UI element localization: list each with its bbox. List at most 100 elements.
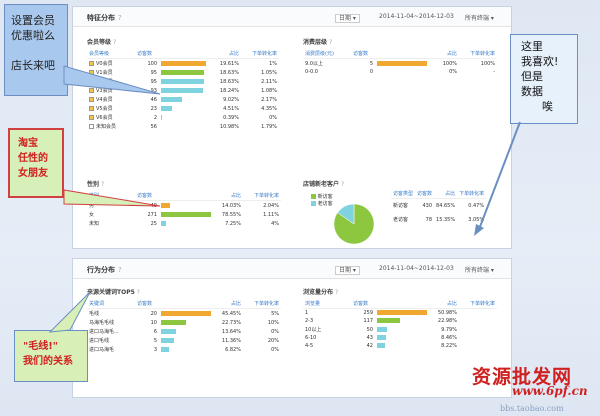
value-bar xyxy=(161,319,186,325)
bar-cell xyxy=(375,334,429,342)
help-icon[interactable]: ? xyxy=(101,181,104,188)
conversion-rate: 1% xyxy=(269,60,277,67)
percentage: 8.22% xyxy=(441,343,457,349)
bar-cell xyxy=(375,68,429,76)
legend-swatch-old xyxy=(311,201,316,206)
annotation-line: 任性的 xyxy=(18,153,48,164)
annotation-line: 但是 xyxy=(521,70,543,83)
table-row: 进口毛线 5 11.36% 20% xyxy=(87,336,281,345)
conversion-rate: 1.05% xyxy=(261,69,277,76)
row-label: 9.0以上 xyxy=(305,61,323,67)
percentage: 7.25% xyxy=(225,220,241,227)
annotation-line: 我们的关系 xyxy=(23,356,73,367)
table-row: V6会员 2 0.39% 0% xyxy=(87,113,279,122)
percentage: 15.35% xyxy=(436,216,456,223)
table-row: 1 259 50.98% xyxy=(303,309,497,318)
table-row: 马海毛毛线 10 22.73% 10% xyxy=(87,318,281,327)
percentage: 4.51% xyxy=(223,105,239,112)
table-header-row: 浏览量 访客数 占比 下单转化率 xyxy=(303,299,497,309)
percentage: 22.98% xyxy=(437,318,457,324)
column-header xyxy=(159,49,211,59)
date-range[interactable]: 2014-11-04~2014-12-03 xyxy=(379,13,454,20)
section-title: 浏览量分布 xyxy=(303,289,334,296)
visitor-count: 6 xyxy=(153,328,157,335)
section-title: 店铺新老客户 xyxy=(303,181,340,188)
conversion-rate: 100% xyxy=(480,60,495,67)
date-dropdown[interactable]: 日期 ▾ xyxy=(335,14,360,23)
visitor-count: 2 xyxy=(153,114,157,121)
value-bar xyxy=(377,326,387,332)
bar-cell xyxy=(375,317,429,325)
column-header: 浏览量 xyxy=(303,299,351,309)
annotation-bubble-newold: 这里 我喜欢! 但是 数据 唉 xyxy=(510,34,578,124)
value-bar xyxy=(161,337,174,343)
help-icon[interactable]: ? xyxy=(329,39,332,46)
visitor-count: 43 xyxy=(366,335,373,341)
help-icon[interactable]: ? xyxy=(335,289,338,296)
percentage: 50.98% xyxy=(437,310,457,316)
section-title: 会员等级 xyxy=(87,39,112,46)
bar-cell xyxy=(159,122,211,131)
column-header: 下单转化率 xyxy=(459,49,497,59)
visitor-count: 50 xyxy=(366,326,373,333)
visitor-count: 10 xyxy=(150,319,157,326)
date-dropdown[interactable]: 日期 ▾ xyxy=(335,266,360,275)
watermark-url: www.6pf.cn xyxy=(512,384,588,398)
keywords-table: 关键词 访客数 占比 下单转化率 毛线 20 45.45% 5% 马海毛毛线 10 22.73% 10… xyxy=(87,299,281,354)
percentage: 19.61% xyxy=(219,60,239,67)
help-icon[interactable]: ? xyxy=(118,266,122,274)
date-range[interactable]: 2014-11-04~2014-12-03 xyxy=(379,265,454,272)
help-icon[interactable]: ? xyxy=(118,14,122,22)
pie-legend: 新访客 老访客 xyxy=(311,193,333,207)
row-label: 1 xyxy=(305,310,309,316)
annotation-line: 这里 xyxy=(521,40,543,53)
percentage: 100% xyxy=(442,60,457,67)
conversion-rate xyxy=(459,325,497,334)
legend-swatch-new xyxy=(311,194,316,199)
vip-badge-icon xyxy=(89,106,94,111)
row-label: 2-3 xyxy=(305,318,314,324)
percentage: 9.79% xyxy=(441,326,457,333)
bar-cell xyxy=(159,104,211,113)
visitor-count: 5 xyxy=(369,60,373,67)
table-row: 10以上 50 9.79% xyxy=(303,325,497,334)
bar-cell xyxy=(159,113,211,122)
table-row: 4-5 42 8.22% xyxy=(303,342,497,350)
column-header: 占比 xyxy=(429,299,459,309)
column-header: 访客数 xyxy=(135,299,159,309)
column-header: 下单转化率 xyxy=(243,299,281,309)
column-header: 占比 xyxy=(213,191,243,201)
conversion-rate: 4% xyxy=(271,220,279,227)
help-icon[interactable]: ? xyxy=(137,289,140,296)
panel-header: 行为分布? 日期 ▾ 2014-11-04~2014-12-03 所有终端 ▾ xyxy=(73,259,511,279)
terminal-filter[interactable]: 所有终端 ▾ xyxy=(465,13,494,22)
conversion-rate: 0% xyxy=(271,328,279,335)
value-bar xyxy=(377,310,427,315)
bar-cell xyxy=(375,325,429,334)
table-row: 6-10 43 8.46% xyxy=(303,334,497,342)
percentage: 0.39% xyxy=(223,114,239,121)
percentage: 45.45% xyxy=(221,310,241,317)
column-header xyxy=(159,299,213,309)
terminal-filter[interactable]: 所有终端 ▾ xyxy=(465,265,494,274)
help-icon[interactable]: ? xyxy=(113,39,116,46)
annotation-arrow xyxy=(63,189,161,207)
annotation-line: 女朋友 xyxy=(18,168,48,179)
annotation-arrow xyxy=(474,121,521,236)
legend-label: 老访客 xyxy=(317,201,333,207)
value-bar xyxy=(161,310,211,316)
column-header xyxy=(375,299,429,309)
bar-cell xyxy=(159,327,213,336)
value-bar xyxy=(161,220,166,226)
annotation-line: 唉 xyxy=(521,100,553,113)
visitor-count: 5 xyxy=(153,337,157,344)
column-header: 访客类型 xyxy=(391,189,416,199)
column-header: 访客数 xyxy=(135,49,159,59)
row-label: 4-5 xyxy=(305,343,314,349)
date-label: 日期 ▾ xyxy=(335,13,360,23)
conversion-rate: 10% xyxy=(267,319,279,326)
help-icon[interactable]: ? xyxy=(341,181,344,188)
page-views-section: 浏览量分布? 浏览量 访客数 占比 下单转化率 1 259 50.98% 2-3 117 22.9… xyxy=(303,287,497,350)
conversion-rate: 20% xyxy=(267,337,279,344)
table-row: 毛线 20 45.45% 5% xyxy=(87,309,281,319)
